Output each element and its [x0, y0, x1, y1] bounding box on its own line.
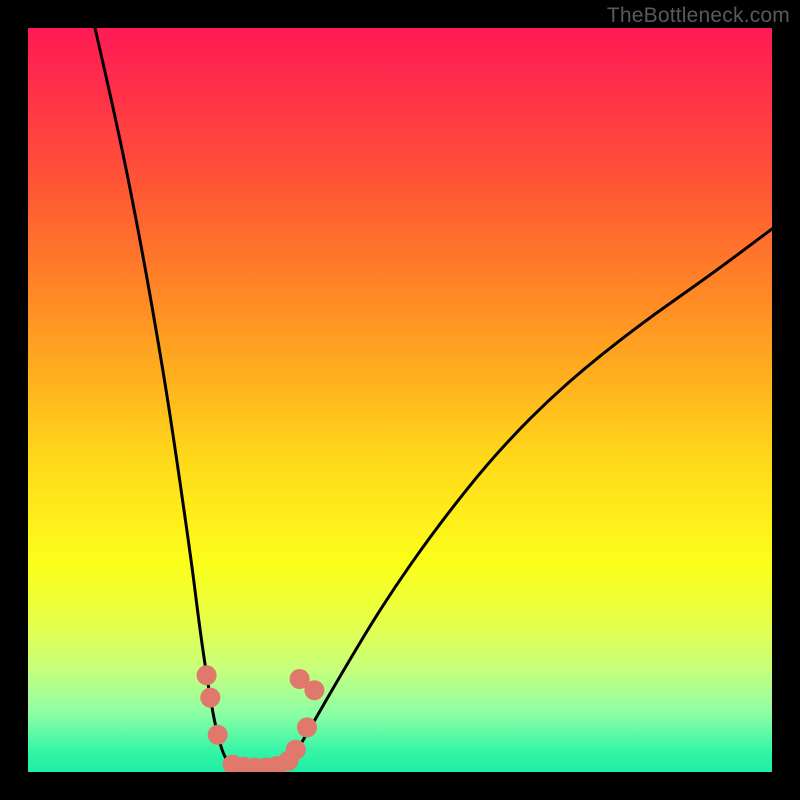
watermark-text: TheBottleneck.com — [607, 4, 790, 28]
curve-marker — [297, 717, 317, 737]
curve-marker — [200, 688, 220, 708]
plot-area — [28, 28, 772, 772]
bottleneck-curve — [28, 28, 772, 772]
curve-marker — [304, 680, 324, 700]
curve-marker — [286, 740, 306, 760]
curve-marker — [208, 725, 228, 745]
curve-marker — [197, 665, 217, 685]
curve-path — [95, 28, 772, 768]
chart-frame: TheBottleneck.com — [0, 0, 800, 800]
